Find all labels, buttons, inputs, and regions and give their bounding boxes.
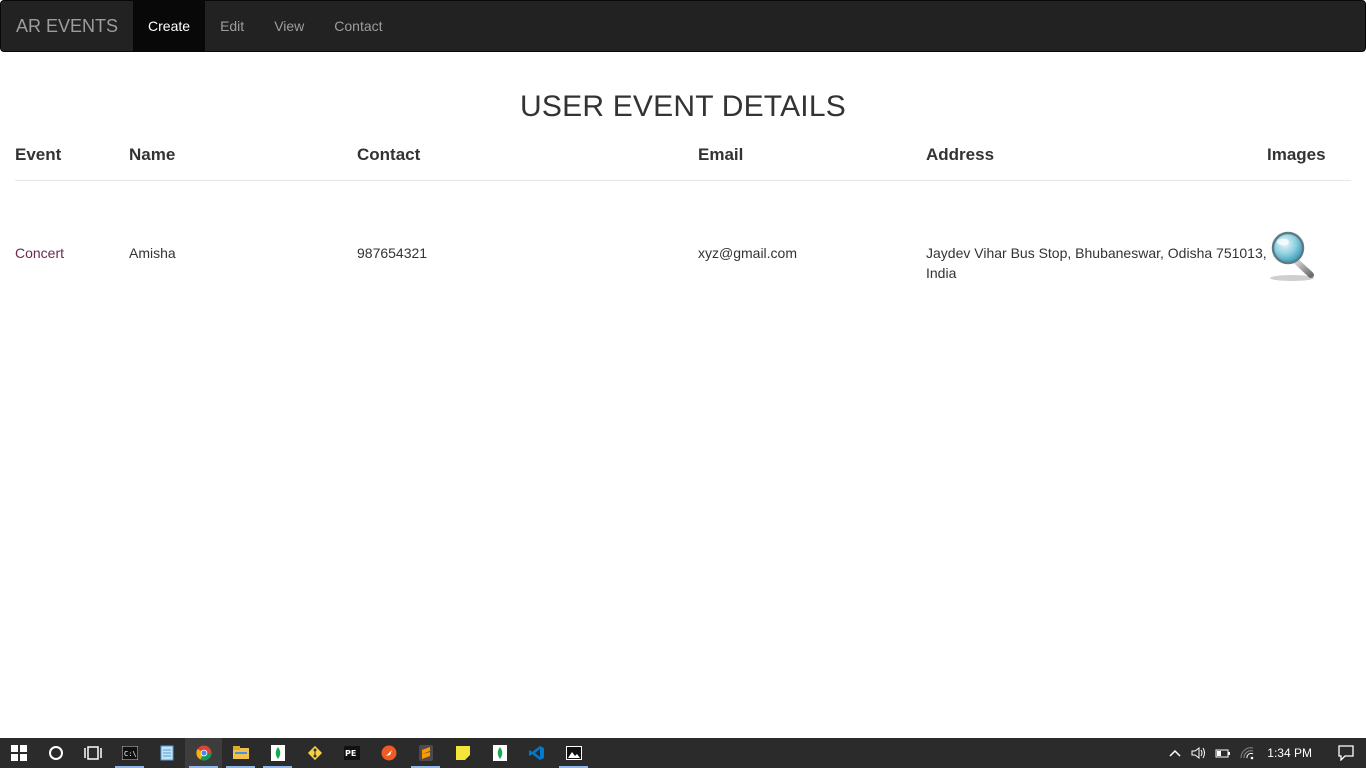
- nav-menu: Create Edit View Contact: [133, 1, 398, 51]
- table-row: Concert Amisha 987654321 xyz@gmail.com J…: [15, 180, 1351, 288]
- chrome-icon[interactable]: [185, 738, 222, 768]
- pe-icon[interactable]: PE: [333, 738, 370, 768]
- nav-item-edit[interactable]: Edit: [205, 1, 259, 51]
- svg-text:PE: PE: [345, 749, 356, 758]
- nav-item-contact[interactable]: Contact: [319, 1, 397, 51]
- windows-taskbar: C:\ PE 1:34 PM: [0, 738, 1366, 768]
- windows-start-icon[interactable]: [0, 738, 37, 768]
- vscode-icon[interactable]: [518, 738, 555, 768]
- header-contact: Contact: [357, 130, 698, 181]
- nav-item-create[interactable]: Create: [133, 1, 206, 51]
- cell-image: [1267, 180, 1351, 288]
- battery-icon[interactable]: [1211, 738, 1235, 768]
- cortana-icon[interactable]: [37, 738, 74, 768]
- sticky-notes-icon[interactable]: [444, 738, 481, 768]
- header-images: Images: [1267, 130, 1351, 181]
- volume-icon[interactable]: [1187, 738, 1211, 768]
- brand-logo-link[interactable]: AR EVENTS: [1, 1, 133, 51]
- cell-contact: 987654321: [357, 244, 428, 261]
- mongodb-compass-icon[interactable]: [481, 738, 518, 768]
- nav-item-view[interactable]: View: [259, 1, 319, 51]
- cell-event: Concert: [15, 180, 129, 288]
- header-event: Event: [15, 130, 129, 181]
- notepad-icon[interactable]: [148, 738, 185, 768]
- task-view-icon[interactable]: [74, 738, 111, 768]
- photos-icon[interactable]: [555, 738, 592, 768]
- magnifier-icon[interactable]: [1267, 231, 1317, 283]
- cmd-icon[interactable]: C:\: [111, 738, 148, 768]
- postman-icon[interactable]: [370, 738, 407, 768]
- sublime-icon[interactable]: [407, 738, 444, 768]
- taskbar-clock[interactable]: 1:34 PM: [1259, 738, 1326, 768]
- chevron-up-icon[interactable]: [1163, 738, 1187, 768]
- table-header-row: Event Name Contact Email Address Images: [15, 130, 1351, 181]
- cell-name: Amisha: [129, 244, 176, 261]
- header-address: Address: [926, 130, 1267, 181]
- event-details-table: Event Name Contact Email Address Images …: [15, 130, 1351, 288]
- svg-text:C:\: C:\: [124, 750, 137, 758]
- system-tray: 1:34 PM: [1163, 738, 1366, 768]
- top-navbar: AR EVENTS Create Edit View Contact: [0, 0, 1366, 52]
- wifi-icon[interactable]: [1235, 738, 1259, 768]
- event-link[interactable]: Concert: [15, 245, 64, 261]
- mongodb-icon[interactable]: [259, 738, 296, 768]
- cell-address: Jaydev Vihar Bus Stop, Bhubaneswar, Odis…: [926, 244, 1267, 281]
- git-icon[interactable]: [296, 738, 333, 768]
- cell-email: xyz@gmail.com: [698, 244, 798, 261]
- header-email: Email: [698, 130, 926, 181]
- action-center-icon[interactable]: [1326, 738, 1366, 768]
- page-title: USER EVENT DETAILS: [520, 90, 846, 123]
- header-name: Name: [129, 130, 357, 181]
- file-explorer-icon[interactable]: [222, 738, 259, 768]
